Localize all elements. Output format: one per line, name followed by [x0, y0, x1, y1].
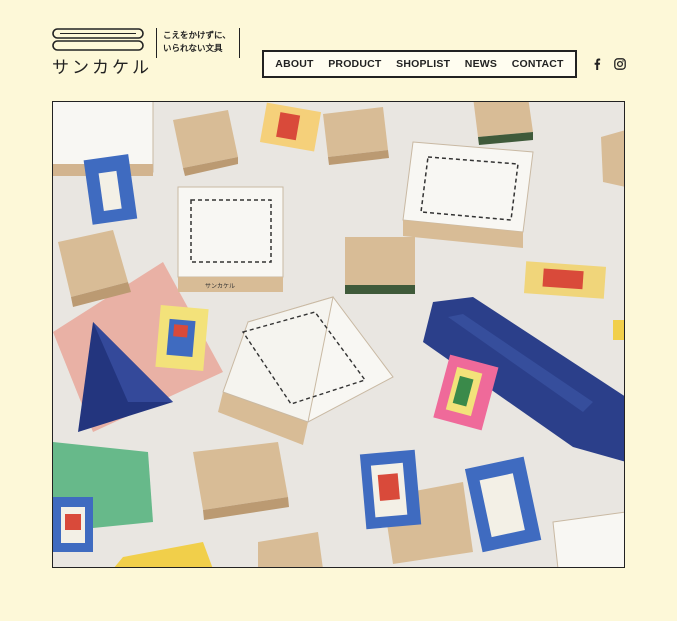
- tagline-line-2: いられない文具: [163, 44, 223, 54]
- facebook-icon[interactable]: [590, 57, 604, 71]
- logo-mark-icon: [52, 28, 144, 51]
- nav-item-news[interactable]: NEWS: [465, 58, 497, 70]
- tagline-line-1: こえをかけずに、: [163, 31, 231, 41]
- nav-item-about[interactable]: ABOUT: [275, 58, 313, 70]
- main-nav: ABOUT PRODUCT SHOPLIST NEWS CONTACT: [262, 50, 577, 78]
- hero-image: サンカケル: [52, 101, 625, 568]
- brand-logo[interactable]: サンカケル こえをかけずに、 いられない文具: [52, 28, 242, 80]
- stamp-label-text: サンカケル: [205, 283, 235, 290]
- nav-item-product[interactable]: PRODUCT: [328, 58, 381, 70]
- instagram-icon[interactable]: [613, 57, 627, 71]
- nav-item-contact[interactable]: CONTACT: [512, 58, 564, 70]
- brand-tagline: こえをかけずに、 いられない文具: [156, 28, 240, 58]
- nav-item-shoplist[interactable]: SHOPLIST: [396, 58, 450, 70]
- hero-photo-illustration: サンカケル: [53, 102, 624, 567]
- brand-name: サンカケル: [52, 58, 152, 78]
